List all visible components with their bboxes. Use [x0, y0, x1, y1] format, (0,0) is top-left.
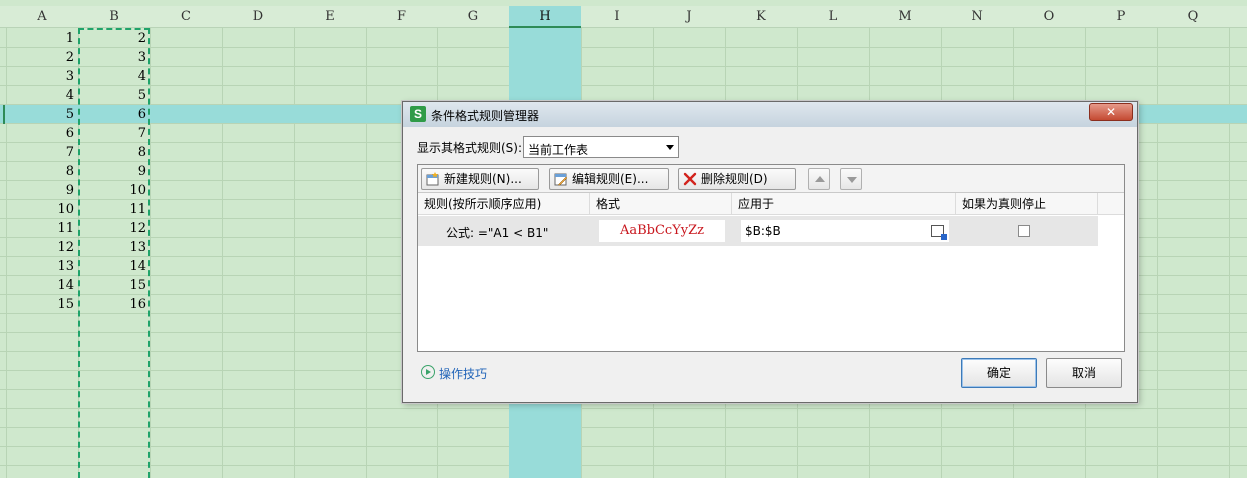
copy-range-marquee: [78, 28, 150, 478]
range-picker-icon[interactable]: [931, 225, 947, 240]
cell-a[interactable]: 1: [6, 29, 77, 48]
move-down-button[interactable]: [840, 168, 862, 190]
cell-a[interactable]: 12: [6, 238, 77, 257]
cell-a[interactable]: 4: [6, 86, 77, 105]
column-header-n[interactable]: N: [941, 6, 1013, 28]
column-header-p[interactable]: P: [1085, 6, 1157, 28]
ok-button[interactable]: 确定: [961, 358, 1037, 388]
arrow-up-icon: [815, 176, 825, 182]
header-format: 格式: [590, 193, 732, 215]
cell-a[interactable]: 6: [6, 124, 77, 143]
tips-label: 操作技巧: [439, 367, 488, 381]
tips-link[interactable]: 操作技巧: [421, 365, 487, 382]
column-header-m[interactable]: M: [869, 6, 941, 28]
new-rule-icon: [426, 172, 439, 186]
cell-a[interactable]: 2: [6, 48, 77, 67]
new-rule-button[interactable]: 新建规则(N)...: [421, 168, 539, 190]
sheet-row[interactable]: [0, 447, 1247, 466]
format-preview: AaBbCcYyZz: [599, 220, 725, 242]
rules-toolbar: 新建规则(N)... 编辑规则(E)... 删除规则(D): [418, 165, 1124, 193]
show-rules-select[interactable]: 当前工作表: [523, 136, 679, 158]
rule-condition: 公式: ="A1 < B1": [446, 226, 549, 240]
delete-x-icon: [683, 172, 697, 186]
dialog-title: 条件格式规则管理器: [431, 109, 540, 123]
show-rules-label: 显示其格式规则(S):: [417, 141, 523, 155]
app-logo-icon: S: [410, 106, 426, 122]
cell-a[interactable]: 5: [6, 105, 77, 124]
cell-a[interactable]: 7: [6, 143, 77, 162]
column-header-h[interactable]: H: [509, 6, 581, 28]
column-header-l[interactable]: L: [797, 6, 869, 28]
rules-panel: 新建规则(N)... 编辑规则(E)... 删除规则(D) 规则(按所示顺序应用…: [417, 164, 1125, 352]
stop-if-true-checkbox[interactable]: [1018, 225, 1030, 237]
arrow-down-icon: [847, 177, 857, 183]
cancel-button[interactable]: 取消: [1046, 358, 1122, 388]
cell-a[interactable]: 11: [6, 219, 77, 238]
table-row[interactable]: 公式: ="A1 < B1" AaBbCcYyZz $B:$B: [418, 216, 1098, 246]
edit-rule-label: 编辑规则(E)...: [572, 172, 649, 186]
column-header-j[interactable]: J: [653, 6, 725, 28]
column-header-c[interactable]: C: [150, 6, 222, 28]
new-rule-label: 新建规则(N)...: [444, 172, 522, 186]
title-bar[interactable]: S 条件格式规则管理器 ✕: [403, 102, 1137, 127]
column-header-i[interactable]: I: [581, 6, 653, 28]
sheet-row[interactable]: [0, 428, 1247, 447]
cell-a[interactable]: 9: [6, 181, 77, 200]
sheet-row[interactable]: [0, 466, 1247, 478]
move-up-button[interactable]: [808, 168, 830, 190]
chevron-down-icon: [666, 145, 674, 150]
applies-to-value: $B:$B: [745, 224, 781, 238]
column-header-a[interactable]: A: [6, 6, 78, 28]
rules-table-header: 规则(按所示顺序应用) 格式 应用于 如果为真则停止: [418, 193, 1124, 215]
sheet-row[interactable]: [0, 29, 1247, 48]
sheet-row[interactable]: [0, 67, 1247, 86]
column-header-k[interactable]: K: [725, 6, 797, 28]
cell-a[interactable]: 10: [6, 200, 77, 219]
column-header-b[interactable]: B: [78, 6, 150, 28]
column-header-d[interactable]: D: [222, 6, 294, 28]
column-header-o[interactable]: O: [1013, 6, 1085, 28]
column-header-f[interactable]: F: [366, 6, 437, 28]
cell-a[interactable]: 8: [6, 162, 77, 181]
delete-rule-button[interactable]: 删除规则(D): [678, 168, 796, 190]
header-applies-to: 应用于: [732, 193, 956, 215]
edit-rule-icon: [554, 173, 568, 186]
header-stop-if-true: 如果为真则停止: [956, 193, 1098, 215]
play-circle-icon: [421, 365, 435, 379]
sheet-row[interactable]: [0, 48, 1247, 67]
cell-a[interactable]: 15: [6, 295, 77, 314]
cell-a[interactable]: 14: [6, 276, 77, 295]
cell-a[interactable]: 3: [6, 67, 77, 86]
show-rules-value: 当前工作表: [528, 143, 589, 157]
cell-a[interactable]: 13: [6, 257, 77, 276]
conditional-format-rules-manager-dialog: S 条件格式规则管理器 ✕ 显示其格式规则(S): 当前工作表 新建规则(N).…: [402, 101, 1138, 403]
delete-rule-label: 删除规则(D): [701, 172, 768, 186]
close-button[interactable]: ✕: [1089, 103, 1133, 121]
column-header-q[interactable]: Q: [1157, 6, 1229, 28]
column-header-g[interactable]: G: [437, 6, 509, 28]
applies-to-input[interactable]: $B:$B: [741, 220, 949, 242]
edit-rule-button[interactable]: 编辑规则(E)...: [549, 168, 669, 190]
column-header-e[interactable]: E: [294, 6, 366, 28]
header-rule: 规则(按所示顺序应用): [418, 193, 590, 215]
selected-row-marker: [3, 105, 5, 124]
sheet-row[interactable]: [0, 409, 1247, 428]
